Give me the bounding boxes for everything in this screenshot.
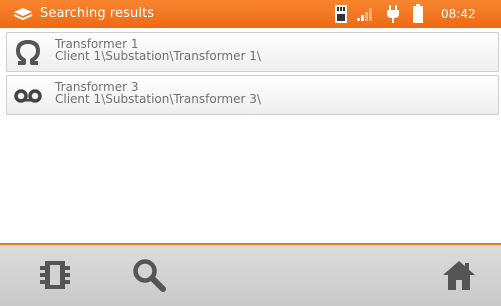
results-list: Transformer 1 Client 1\Substation\Transf… xyxy=(0,28,501,243)
home-icon xyxy=(443,261,475,290)
brand-logo-icon xyxy=(12,6,34,22)
plug-icon xyxy=(386,5,400,23)
tape-icon xyxy=(13,81,43,111)
omega-icon xyxy=(13,38,43,68)
result-item-transformer-3[interactable]: Transformer 3 Client 1\Substation\Transf… xyxy=(6,75,499,115)
search-button[interactable] xyxy=(118,245,178,306)
device-button[interactable] xyxy=(24,245,84,306)
result-path: Client 1\Substation\Transformer 1\ xyxy=(55,49,261,63)
device-icon xyxy=(40,261,70,289)
clock: 08:42 xyxy=(441,7,476,21)
bottom-toolbar xyxy=(0,245,501,306)
sd-card-icon xyxy=(334,4,348,24)
signal-icon xyxy=(356,6,374,22)
page-title: Searching results xyxy=(40,6,155,21)
home-button[interactable] xyxy=(428,245,488,306)
result-path: Client 1\Substation\Transformer 3\ xyxy=(55,92,261,106)
result-item-transformer-1[interactable]: Transformer 1 Client 1\Substation\Transf… xyxy=(6,32,499,72)
battery-icon xyxy=(412,4,424,24)
search-icon xyxy=(133,259,166,292)
status-bar: Searching results 08:42 xyxy=(0,0,501,28)
